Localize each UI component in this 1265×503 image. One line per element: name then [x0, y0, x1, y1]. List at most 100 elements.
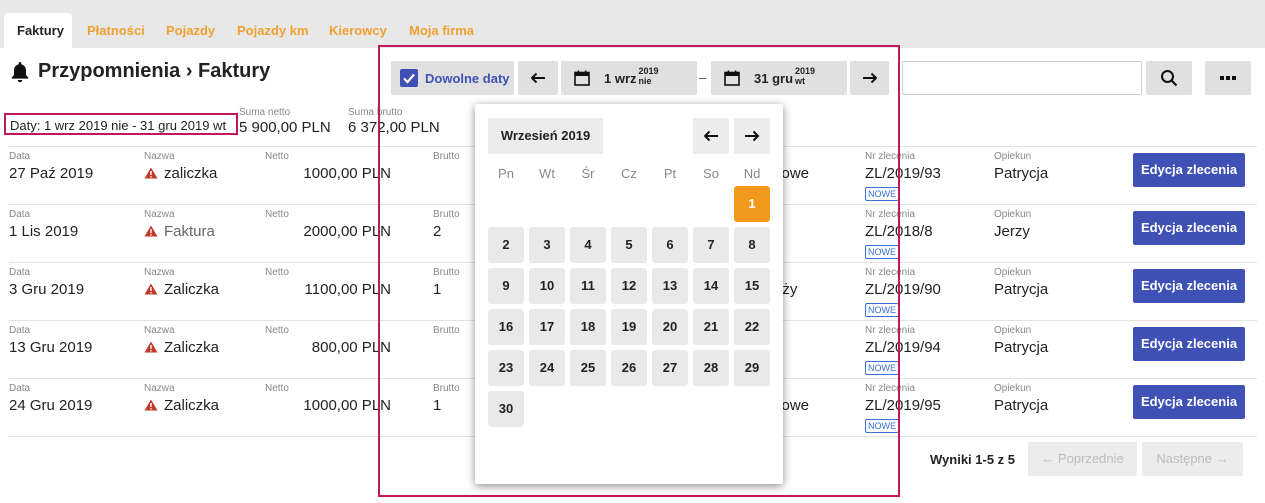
guardian-cell: Opiekun Patrycja — [994, 383, 1048, 416]
guardian-cell: Opiekun Jerzy — [994, 209, 1031, 242]
calendar-day[interactable]: 17 — [529, 309, 565, 345]
calendar-day[interactable]: 14 — [693, 268, 729, 304]
name-cell: Nazwa Zaliczka — [144, 383, 219, 416]
calendar-day[interactable]: 15 — [734, 268, 770, 304]
start-date-year: 2019 — [638, 66, 659, 76]
calendar-day[interactable]: 16 — [488, 309, 524, 345]
more-button[interactable] — [1205, 61, 1251, 95]
end-date-button[interactable]: 31 gru 2019 wt — [711, 61, 847, 95]
calendar-day[interactable]: 23 — [488, 350, 524, 386]
calendar-day[interactable]: 26 — [611, 350, 647, 386]
name-cell: Nazwa Faktura — [144, 209, 215, 242]
guardian-label: Opiekun — [994, 151, 1032, 162]
date-label: Data — [9, 325, 31, 336]
calendar-day[interactable]: 24 — [529, 350, 565, 386]
calendar-day[interactable]: 9 — [488, 268, 524, 304]
range-separator: – — [699, 70, 707, 85]
guardian-cell: Opiekun Patrycja — [994, 267, 1048, 300]
name-label: Nazwa — [144, 383, 175, 394]
name-value: Zaliczka — [164, 339, 220, 356]
tab-pojazdy-km[interactable]: Pojazdy km — [224, 13, 322, 48]
calendar-day[interactable]: 8 — [734, 227, 770, 263]
tab-moja-firma[interactable]: Moja firma — [396, 13, 487, 48]
calendar-day[interactable]: 20 — [652, 309, 688, 345]
guardian-label: Opiekun — [994, 267, 1032, 278]
search-button[interactable] — [1146, 61, 1192, 95]
calendar-day[interactable]: 19 — [611, 309, 647, 345]
calendar-popup: Wrzesień 2019 Pn Wt Śr Cz Pt So Nd 1 2 3 4 5 6 7 8 9 10 1… — [475, 104, 783, 484]
active-date-filter: Daty: 1 wrz 2019 nie - 31 gru 2019 wt — [4, 113, 238, 135]
calendar-day[interactable]: 22 — [734, 309, 770, 345]
arrow-right-icon — [745, 130, 760, 142]
name-label: Nazwa — [144, 325, 175, 336]
date-label: Data — [9, 151, 31, 162]
tab-kierowcy[interactable]: Kierowcy — [316, 13, 400, 48]
any-dates-label: Dowolne daty — [425, 70, 510, 86]
edit-order-button[interactable]: Edycja zlecenia — [1133, 211, 1245, 245]
net-label: Netto — [265, 151, 289, 162]
calendar-day[interactable]: 30 — [488, 391, 524, 427]
calendar-prev-month-button[interactable] — [693, 118, 729, 154]
guardian-value: Patrycja — [994, 339, 1049, 356]
weekday-header: Pn — [498, 166, 514, 181]
calendar-day[interactable]: 29 — [734, 350, 770, 386]
name-label: Nazwa — [144, 267, 175, 278]
calendar-day[interactable]: 2 — [488, 227, 524, 263]
tab-platnosci[interactable]: Płatności — [74, 13, 158, 48]
net-cell: Netto 1100,00 PLN — [265, 267, 391, 300]
calendar-day[interactable]: 21 — [693, 309, 729, 345]
edit-order-button[interactable]: Edycja zlecenia — [1133, 269, 1245, 303]
calendar-day[interactable]: 3 — [529, 227, 565, 263]
range-next-button[interactable] — [850, 61, 889, 95]
check-icon — [400, 69, 418, 87]
date-cell: Data 3 Gru 2019 — [9, 267, 84, 300]
sum-net-label: Suma netto — [239, 107, 291, 118]
weekday-header: Nd — [743, 166, 761, 181]
weekday-header: Pt — [663, 166, 677, 181]
calendar-day[interactable]: 11 — [570, 268, 606, 304]
warning-icon — [144, 341, 158, 353]
calendar-day[interactable]: 7 — [693, 227, 729, 263]
tab-pojazdy[interactable]: Pojazdy — [153, 13, 228, 48]
edit-order-button[interactable]: Edycja zlecenia — [1133, 327, 1245, 361]
net-cell: Netto 2000,00 PLN — [265, 209, 391, 242]
net-value: 1000,00 PLN — [303, 165, 391, 182]
range-prev-button[interactable] — [518, 61, 558, 95]
search-input[interactable] — [902, 61, 1142, 95]
end-date-weekday: wt — [795, 76, 806, 86]
date-cell: Data 13 Gru 2019 — [9, 325, 92, 358]
page-title: Przypomnienia › Faktury — [10, 60, 270, 83]
weekday-header: Cz — [621, 166, 637, 181]
net-label: Netto — [265, 325, 289, 336]
calendar-day[interactable]: 12 — [611, 268, 647, 304]
any-dates-toggle[interactable]: Dowolne daty — [391, 61, 514, 95]
previous-page-button[interactable]: ← Poprzednie — [1028, 442, 1137, 476]
start-date-weekday: nie — [638, 76, 652, 86]
name-label: Nazwa — [144, 151, 175, 162]
next-page-button[interactable]: Następne → — [1142, 442, 1243, 476]
calendar-day[interactable]: 13 — [652, 268, 688, 304]
calendar-next-month-button[interactable] — [734, 118, 770, 154]
calendar-day[interactable]: 4 — [570, 227, 606, 263]
calendar-day[interactable]: 5 — [611, 227, 647, 263]
guardian-cell: Opiekun Patrycja — [994, 325, 1048, 358]
calendar-day[interactable]: 18 — [570, 309, 606, 345]
net-label: Netto — [265, 267, 289, 278]
arrow-right-icon — [862, 72, 877, 84]
edit-order-button[interactable]: Edycja zlecenia — [1133, 153, 1245, 187]
calendar-day[interactable]: 25 — [570, 350, 606, 386]
calendar-icon — [724, 70, 740, 86]
tab-faktury[interactable]: Faktury — [4, 13, 72, 48]
net-label: Netto — [265, 209, 289, 220]
start-date-button[interactable]: 1 wrz 2019 nie — [561, 61, 697, 95]
more-icon — [1220, 76, 1236, 80]
end-date-year: 2019 — [795, 66, 816, 76]
edit-order-button[interactable]: Edycja zlecenia — [1133, 385, 1245, 419]
end-date-day: 31 gru — [754, 70, 794, 86]
calendar-day[interactable]: 6 — [652, 227, 688, 263]
calendar-day[interactable]: 27 — [652, 350, 688, 386]
calendar-day[interactable]: 10 — [529, 268, 565, 304]
calendar-day-selected[interactable]: 1 — [734, 186, 770, 222]
calendar-day[interactable]: 28 — [693, 350, 729, 386]
calendar-month-title[interactable]: Wrzesień 2019 — [488, 118, 603, 154]
